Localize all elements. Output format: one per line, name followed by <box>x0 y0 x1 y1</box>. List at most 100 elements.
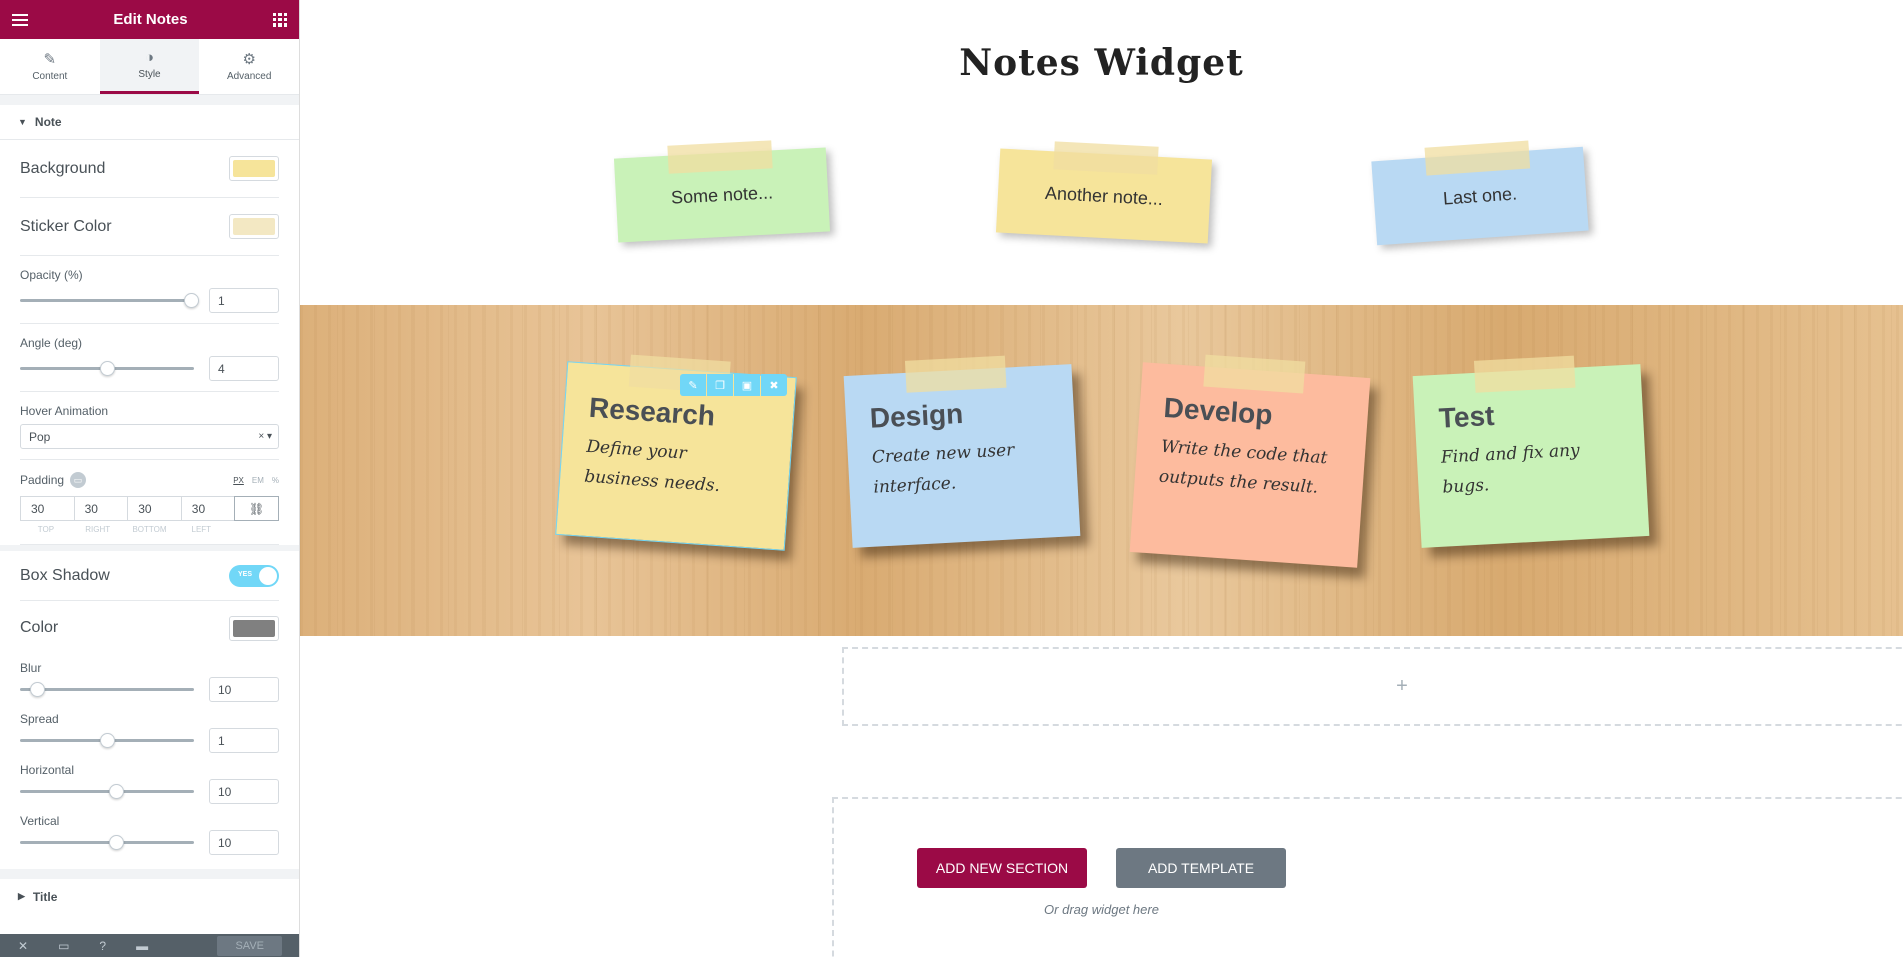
save-template-icon[interactable]: ▣ <box>734 374 760 396</box>
sticker-color-picker[interactable] <box>229 214 279 239</box>
box-shadow-toggle-label: YES <box>238 570 253 578</box>
unit-px[interactable]: PX <box>233 476 244 485</box>
hover-animation-select[interactable]: Pop × ▾ <box>20 424 279 449</box>
angle-slider[interactable] <box>20 361 194 376</box>
vertical-slider[interactable] <box>20 835 194 850</box>
note-tape <box>1053 141 1159 175</box>
add-column-placeholder[interactable]: + <box>842 647 1903 726</box>
note-tape <box>1473 355 1576 393</box>
add-new-section-button[interactable]: ADD NEW SECTION <box>917 848 1087 888</box>
save-button[interactable]: SAVE <box>217 935 282 956</box>
contrast-icon: ◑ <box>144 49 155 66</box>
sticker-color-control: Sticker Color <box>20 198 279 256</box>
padding-left-label: LEFT <box>191 525 212 534</box>
spread-input[interactable]: 1 <box>209 728 279 753</box>
section-note-header[interactable]: ▼ Note <box>0 105 299 140</box>
tab-content[interactable]: ✎ Content <box>0 39 100 94</box>
small-note-text: Some note... <box>670 181 774 208</box>
shadow-color-label: Color <box>20 619 59 636</box>
angle-control: Angle (deg) 4 <box>20 324 279 392</box>
opacity-control: Opacity (%) 1 <box>20 256 279 324</box>
note-title: Research <box>588 391 717 432</box>
delete-icon[interactable]: ✖ <box>761 374 787 396</box>
note-body: Write the code that outputs the result. <box>1158 436 1329 498</box>
unit-percent[interactable]: % <box>272 476 279 485</box>
menu-icon[interactable] <box>12 13 28 26</box>
large-note-test[interactable]: Test Find and fix any bugs. <box>1412 355 1650 548</box>
responsive-desktop-icon[interactable]: ▭ <box>70 472 87 488</box>
link-values-icon[interactable]: ⛓ <box>234 496 279 521</box>
background-control: Background <box>20 140 279 198</box>
shadow-color-control: Color <box>20 601 279 655</box>
widgets-grid-icon[interactable] <box>273 12 287 27</box>
horizontal-slider[interactable] <box>20 784 194 799</box>
panel-title: Edit Notes <box>113 11 188 28</box>
tab-advanced[interactable]: ⚙ Advanced <box>199 39 299 94</box>
padding-bottom-input[interactable]: 30 <box>127 496 182 521</box>
box-shadow-toggle[interactable]: YES <box>229 564 279 587</box>
large-note-design[interactable]: Design Create new user interface. <box>843 355 1081 548</box>
background-label: Background <box>20 159 106 177</box>
blur-slider[interactable] <box>20 682 194 697</box>
padding-right-input[interactable]: 30 <box>73 496 129 521</box>
spread-control: Spread 1 <box>20 706 279 757</box>
small-note[interactable]: Last one. <box>1371 140 1589 246</box>
note-body: Create new user interface. <box>871 440 1015 498</box>
horizontal-label: Horizontal <box>20 763 75 777</box>
responsive-mode-icon[interactable]: ▭ <box>58 939 69 953</box>
padding-top-input[interactable]: 30 <box>20 496 75 521</box>
spread-slider[interactable] <box>20 733 194 748</box>
note-body: Find and fix any bugs. <box>1440 440 1581 498</box>
gear-icon: ⚙ <box>242 50 256 68</box>
close-icon[interactable]: ✕ <box>18 939 28 953</box>
note-tape <box>1203 354 1306 394</box>
vertical-input[interactable]: 10 <box>209 830 279 855</box>
folder-icon[interactable]: ▬ <box>136 939 148 953</box>
spread-slider-handle[interactable] <box>100 733 115 748</box>
blur-slider-handle[interactable] <box>30 682 46 697</box>
horizontal-input[interactable]: 10 <box>209 779 279 804</box>
padding-right-label: RIGHT <box>85 525 111 534</box>
padding-bottom-label: BOTTOM <box>132 525 167 534</box>
caret-down-icon: ▼ <box>18 117 27 127</box>
section-title-header[interactable]: ▶ Title <box>0 879 299 914</box>
vertical-label: Vertical <box>20 814 60 828</box>
angle-slider-handle[interactable] <box>100 361 115 376</box>
shadow-color-picker[interactable] <box>229 615 279 641</box>
opacity-slider-handle[interactable] <box>183 293 199 308</box>
horizontal-slider-handle[interactable] <box>108 784 124 799</box>
opacity-input[interactable]: 1 <box>209 288 279 313</box>
tab-content-label: Content <box>32 70 68 82</box>
section-title-label: Title <box>32 889 58 904</box>
tab-style-label: Style <box>138 69 161 80</box>
tab-advanced-label: Advanced <box>226 70 272 82</box>
opacity-slider[interactable] <box>20 293 199 308</box>
help-icon[interactable]: ? <box>99 939 106 953</box>
unit-em[interactable]: EM <box>252 476 264 485</box>
clear-chevron-icon[interactable]: × ▾ <box>258 431 272 442</box>
padding-left-input[interactable]: 30 <box>180 496 236 521</box>
box-shadow-control: Box Shadow YES <box>20 551 279 601</box>
vertical-slider-handle[interactable] <box>108 835 124 850</box>
angle-label: Angle (deg) <box>20 336 83 350</box>
tab-style[interactable]: ◑ Style <box>99 39 200 94</box>
sticker-color-label: Sticker Color <box>20 217 112 235</box>
section-note-title: Note <box>34 115 62 129</box>
edit-pencil-icon[interactable]: ✎ <box>680 374 706 396</box>
note-title: Design <box>869 397 964 434</box>
note-title: Develop <box>1162 391 1274 431</box>
add-template-button[interactable]: ADD TEMPLATE <box>1116 848 1286 888</box>
panel-footer: ✕ ▭ ? ▬ SAVE <box>0 934 299 957</box>
box-shadow-label: Box Shadow <box>20 566 110 584</box>
large-note-develop[interactable]: Develop Write the code that outputs the … <box>1129 354 1371 568</box>
small-note[interactable]: Another note... <box>995 141 1213 244</box>
angle-input[interactable]: 4 <box>209 356 279 381</box>
duplicate-icon[interactable]: ❐ <box>707 374 733 396</box>
blur-input[interactable]: 10 <box>209 677 279 702</box>
background-color-picker[interactable] <box>229 156 279 181</box>
hover-animation-value: Pop <box>29 429 51 444</box>
pencil-icon: ✎ <box>43 50 57 68</box>
small-note[interactable]: Some note... <box>613 140 831 243</box>
blur-control: Blur 10 <box>20 655 279 706</box>
small-note-text: Last one. <box>1442 182 1518 209</box>
